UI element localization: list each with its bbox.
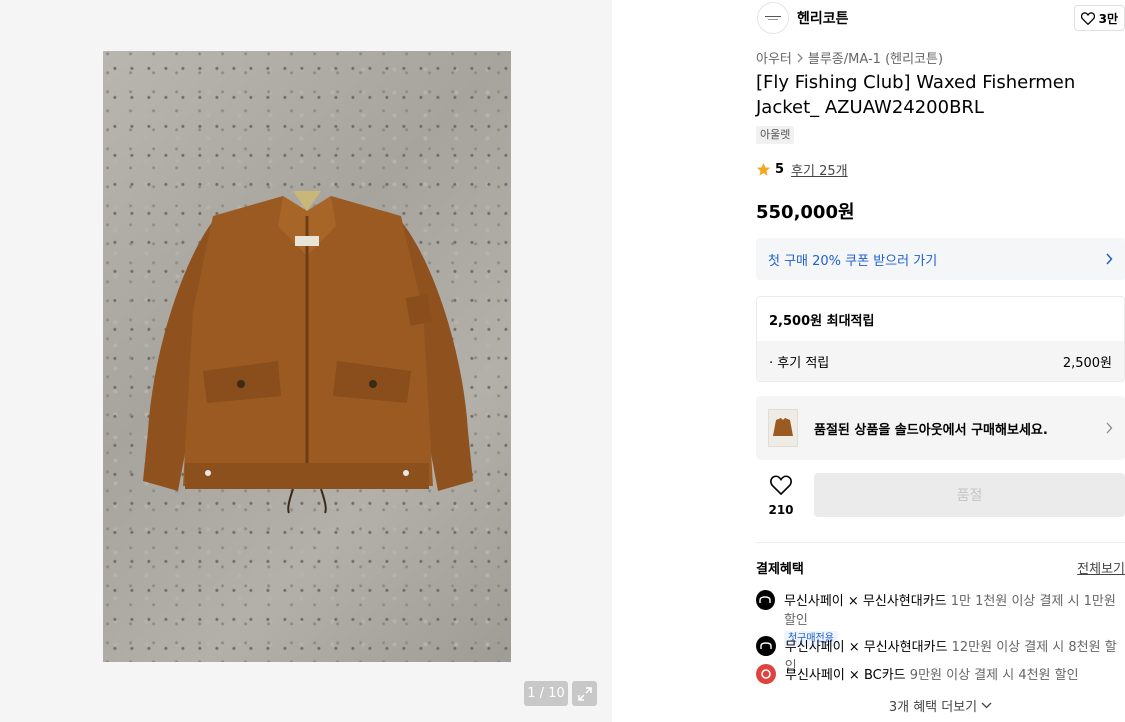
image-pager: 1 / 10	[524, 681, 568, 706]
reviews-link[interactable]: 후기 25개	[791, 160, 848, 179]
product-info-panel: 헨리코튼 3만 아우터 블루종/MA-1 (헨리코튼) [Fly Fishing…	[756, 0, 1125, 722]
benefit-name: 무신사페이 × 무신사현대카드	[784, 640, 948, 655]
points-box: 2,500원 최대적립 · 후기 적립 2,500원	[756, 296, 1125, 382]
points-review-value: 2,500원	[1062, 355, 1112, 371]
jacket-illustration	[143, 191, 473, 514]
view-all-benefits-link[interactable]: 전체보기	[1077, 558, 1125, 577]
benefit-name: 무신사페이 × BC카드	[785, 668, 906, 683]
outlet-tag: 아울렛	[756, 126, 795, 144]
soldout-banner[interactable]: 품절된 상품을 솔드아웃에서 구매해보세요.	[756, 396, 1125, 460]
more-benefits-label: 3개 혜택 더보기	[888, 700, 978, 715]
star-icon	[756, 162, 771, 176]
bc-card-icon	[756, 664, 776, 684]
brand-like-button[interactable]: 3만	[1073, 5, 1125, 31]
musinsa-card-icon	[756, 590, 775, 610]
brand-logo[interactable]	[757, 2, 789, 34]
brand-row: 헨리코튼 3만	[756, 0, 1125, 36]
points-review-row: · 후기 적립 2,500원	[757, 341, 1124, 381]
price: 550,000원	[756, 202, 855, 223]
product-gallery: 1 / 10	[0, 0, 612, 722]
points-max: 2,500원 최대적립	[769, 313, 875, 329]
product-title: [Fly Fishing Club] Waxed Fishermen Jacke…	[756, 72, 1076, 118]
jacket-thumbnail-icon	[773, 418, 793, 436]
soldout-label: 품절된 상품을 솔드아웃에서 구매해보세요.	[814, 422, 1048, 438]
rating: 5 후기 25개	[756, 160, 848, 179]
brand-like-count: 3만	[1098, 11, 1118, 26]
soldout-thumbnail	[768, 409, 798, 447]
divider	[756, 542, 1125, 543]
breadcrumb-subcategory[interactable]: 블루종/MA-1 (헨리코튼)	[808, 48, 943, 67]
more-benefits-button[interactable]: 3개 혜택 더보기	[756, 696, 1125, 715]
chevron-right-icon	[797, 53, 803, 62]
expand-icon	[577, 686, 592, 701]
chevron-right-icon	[1106, 422, 1113, 434]
chevron-down-icon	[981, 702, 992, 709]
brand-logo-icon	[765, 16, 781, 20]
product-image[interactable]	[103, 51, 511, 662]
first-purchase-coupon-button[interactable]: 첫 구매 20% 쿠폰 받으러 가기	[756, 238, 1125, 280]
heart-icon	[1080, 11, 1095, 25]
buy-button-soldout[interactable]: 품절	[814, 473, 1125, 517]
wishlist-button[interactable]: 210	[756, 475, 806, 517]
chevron-right-icon	[1106, 253, 1113, 265]
benefit-name: 무신사페이 × 무신사현대카드	[783, 594, 947, 609]
rating-score: 5	[775, 162, 785, 177]
coupon-label: 첫 구매 20% 쿠폰 받으러 가기	[768, 253, 938, 269]
breadcrumb-category[interactable]: 아우터	[756, 48, 792, 67]
brand-name[interactable]: 헨리코튼	[797, 8, 849, 28]
breadcrumb: 아우터 블루종/MA-1 (헨리코튼)	[756, 48, 943, 67]
wishlist-count: 210	[768, 503, 794, 517]
benefits-title: 결제혜택	[756, 562, 804, 577]
heart-icon	[770, 475, 792, 495]
expand-button[interactable]	[572, 681, 597, 706]
musinsa-card-icon	[756, 636, 776, 656]
points-review-label: · 후기 적립	[769, 355, 830, 371]
benefit-desc: 9만원 이상 결제 시 4천원 할인	[909, 668, 1079, 683]
benefit-item: 무신사페이 × BC카드 9만원 이상 결제 시 4천원 할인	[756, 664, 1079, 684]
